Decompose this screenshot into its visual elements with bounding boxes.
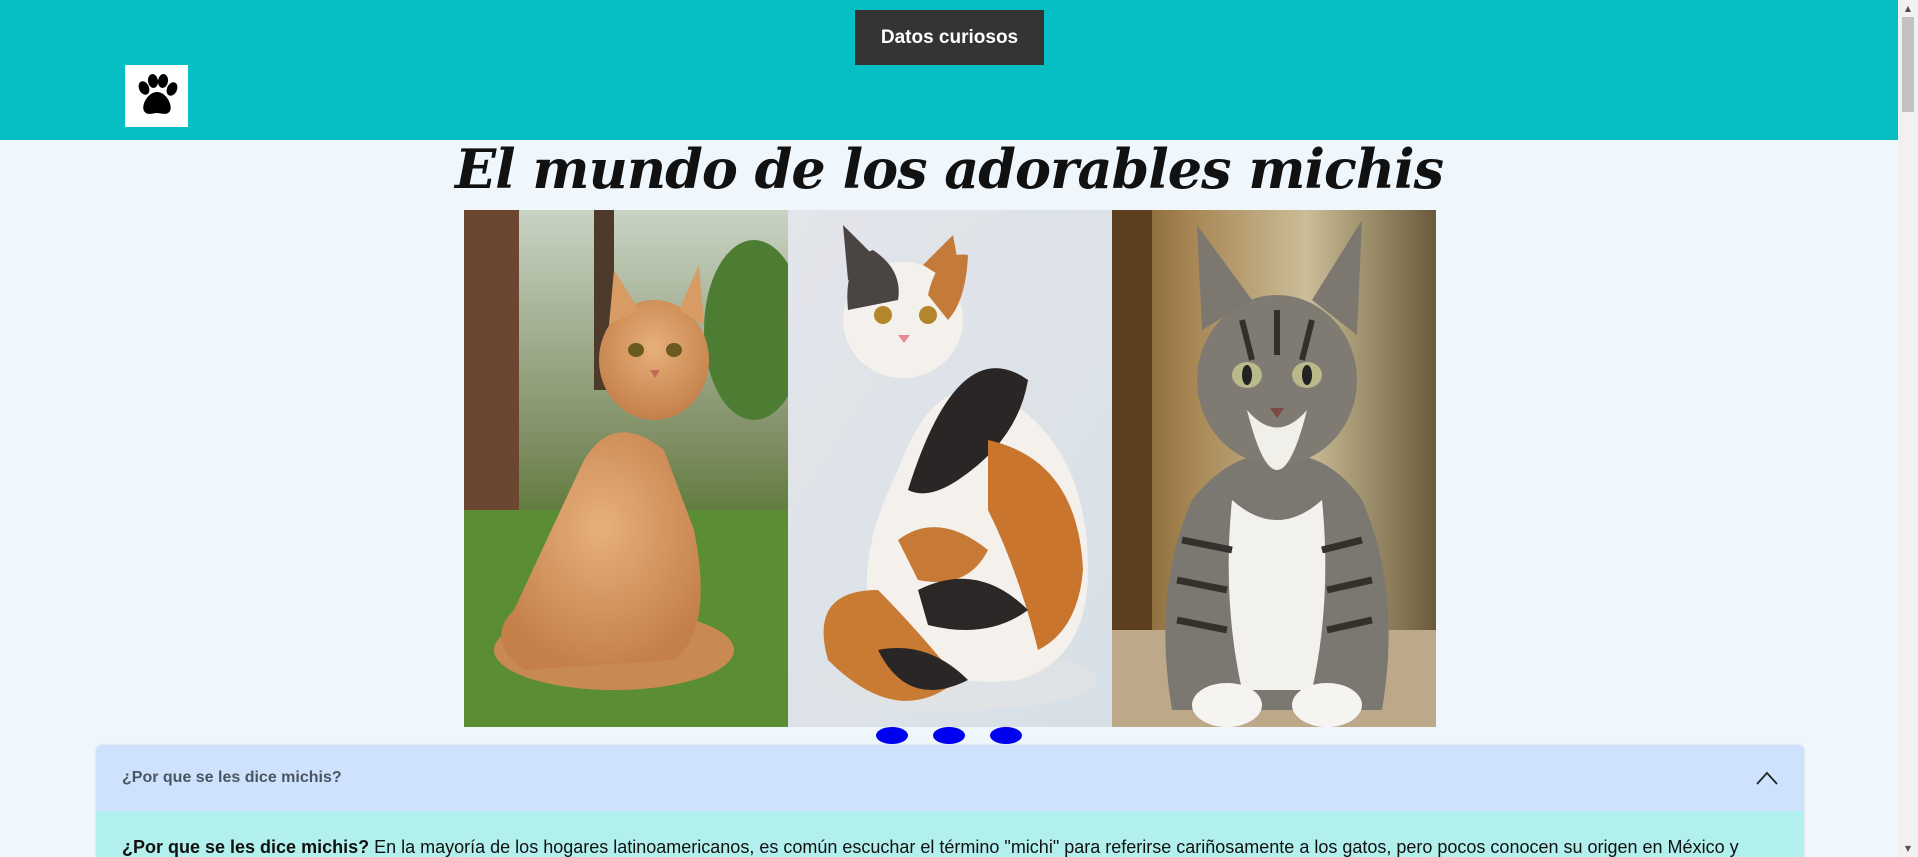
calico-cat-image <box>788 210 1112 727</box>
cat-carousel[interactable] <box>464 210 1436 727</box>
scroll-down-arrow-icon[interactable]: ▼ <box>1898 840 1918 857</box>
scrollbar-thumb[interactable] <box>1902 17 1914 112</box>
logo[interactable] <box>125 65 188 127</box>
header: Datos curiosos <box>0 0 1898 140</box>
carousel-indicators <box>876 727 1022 744</box>
datos-curiosos-button[interactable]: Datos curiosos <box>855 10 1044 65</box>
carousel-indicator-2[interactable] <box>933 727 965 744</box>
faq-accordion: ¿Por que se les dice michis? ¿Por que se… <box>96 745 1804 857</box>
orange-cat-image <box>464 210 788 727</box>
paw-icon <box>138 74 177 114</box>
scroll-up-arrow-icon[interactable]: ▲ <box>1898 0 1918 17</box>
carousel-indicator-3[interactable] <box>990 727 1022 744</box>
accordion-header-label: ¿Por que se les dice michis? <box>122 769 342 786</box>
carousel-slide-grey-tabby-cat <box>1112 210 1436 727</box>
grey-tabby-cat-image <box>1112 210 1436 727</box>
carousel-slide-calico-cat <box>788 210 1112 727</box>
accordion-body-text: En la mayoría de los hogares latinoameri… <box>374 837 1739 857</box>
vertical-scrollbar[interactable]: ▲ ▼ <box>1898 0 1918 857</box>
carousel-indicator-1[interactable] <box>876 727 908 744</box>
accordion-body: ¿Por que se les dice michis? En la mayor… <box>96 811 1804 857</box>
page-title: El mundo de los adorables michis <box>454 137 1444 201</box>
chevron-up-icon[interactable] <box>1756 771 1778 785</box>
accordion-header[interactable]: ¿Por que se les dice michis? <box>96 745 1804 811</box>
accordion-body-lead: ¿Por que se les dice michis? <box>122 837 370 857</box>
page: Datos curiosos El mundo de los adorables… <box>0 0 1918 857</box>
carousel-slide-orange-cat <box>464 210 788 727</box>
